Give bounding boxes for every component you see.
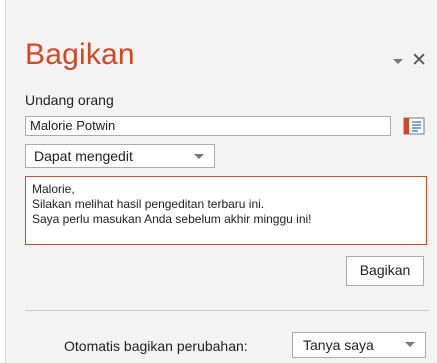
permission-selected-value: Dapat mengedit — [34, 148, 133, 164]
document-edge — [0, 0, 6, 363]
invite-name-input[interactable]: Malorie Potwin — [25, 116, 391, 136]
message-line: Silakan melihat hasil pengeditan terbaru… — [32, 197, 265, 211]
message-line: Saya perlu masukan Anda sebelum akhir mi… — [32, 212, 312, 226]
pane-title: Bagikan — [25, 38, 135, 71]
close-icon[interactable]: ✕ — [411, 51, 427, 70]
auto-share-label: Otomatis bagikan perubahan: — [64, 338, 248, 354]
invite-people-label: Undang orang — [25, 92, 114, 108]
pane-controls: ✕ — [393, 51, 427, 70]
chevron-down-icon — [194, 154, 204, 159]
auto-share-dropdown[interactable]: Tanya saya — [292, 332, 426, 358]
message-line: Malorie, — [32, 182, 75, 196]
address-book-icon[interactable] — [403, 116, 425, 136]
chevron-down-icon — [405, 342, 415, 347]
divider — [25, 310, 429, 311]
auto-share-selected-value: Tanya saya — [303, 337, 374, 353]
permission-dropdown[interactable]: Dapat mengedit — [25, 144, 215, 168]
chevron-down-icon[interactable] — [393, 58, 404, 64]
message-textarea[interactable]: Malorie, Silakan melihat hasil pengedita… — [25, 176, 427, 245]
share-button[interactable]: Bagikan — [346, 256, 424, 286]
